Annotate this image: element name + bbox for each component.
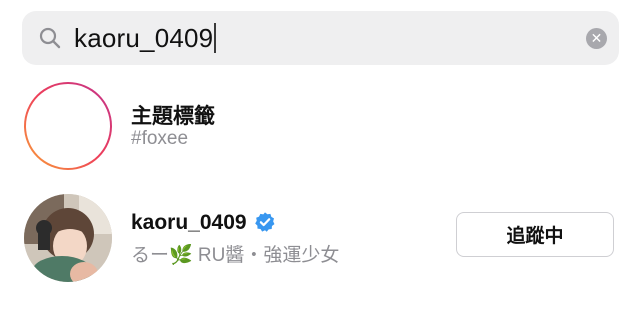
- user-bio: るー🌿 RU醬・強運少女: [131, 245, 340, 266]
- clear-icon[interactable]: ✕: [586, 28, 607, 49]
- username: kaoru_0409: [131, 211, 276, 235]
- text-caret: [214, 23, 217, 53]
- search-query: kaoru_0409: [74, 23, 214, 53]
- hashtag-avatar: [24, 82, 112, 170]
- hashtag-title: 主題標籤: [131, 105, 215, 128]
- search-input[interactable]: kaoru_0409: [74, 20, 217, 56]
- following-button[interactable]: 追蹤中: [456, 212, 614, 257]
- hashtag-result[interactable]: 主題標籤 #foxee: [0, 79, 640, 175]
- hashtag-icon: [46, 104, 90, 148]
- search-icon: [39, 27, 61, 49]
- search-bar[interactable]: kaoru_0409 ✕: [22, 11, 619, 65]
- user-result[interactable]: kaoru_0409 るー🌿 RU醬・強運少女 追蹤中: [0, 191, 640, 287]
- username-text: kaoru_0409: [131, 211, 247, 234]
- verified-badge-icon: [254, 212, 275, 232]
- hashtag-name: #foxee: [131, 128, 189, 149]
- avatar: [24, 194, 112, 282]
